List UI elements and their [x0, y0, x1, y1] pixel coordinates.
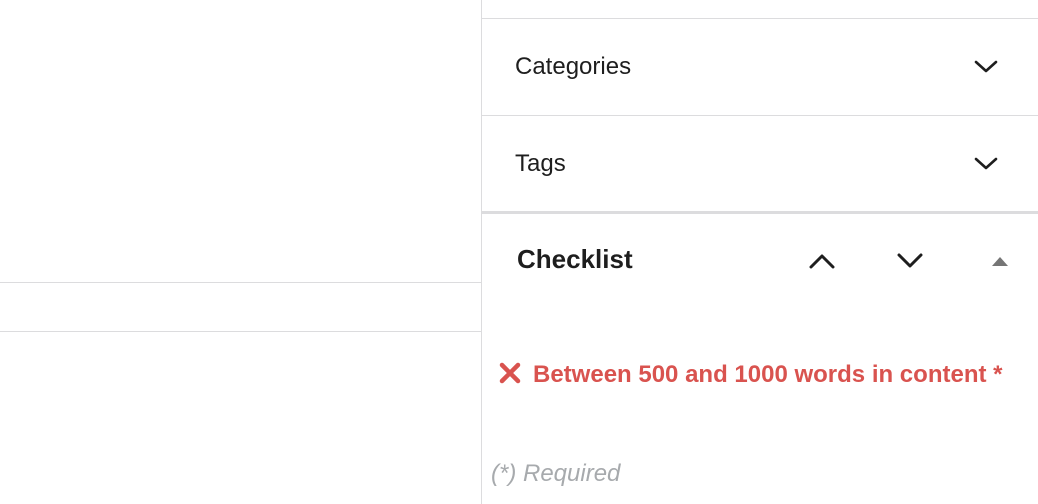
checklist-panel: Checklist Between 500 and 1000 words in …	[482, 214, 1038, 504]
move-down-button[interactable]	[894, 246, 926, 276]
editor-divider	[0, 331, 481, 332]
sidebar-top-panel-edge	[482, 0, 1038, 19]
categories-panel[interactable]: Categories	[482, 19, 1038, 116]
editor-content-area[interactable]	[0, 0, 481, 504]
tags-panel-label: Tags	[515, 149, 566, 177]
tags-panel[interactable]: Tags	[482, 116, 1038, 214]
triangle-up-icon	[992, 257, 1008, 266]
editor-screen: Categories Tags Checklist Between 500 an…	[0, 0, 1038, 504]
chevron-down-icon[interactable]	[974, 55, 998, 79]
chevron-up-icon	[809, 254, 835, 269]
editor-divider	[0, 282, 481, 283]
categories-panel-label: Categories	[515, 53, 632, 80]
chevron-down-icon[interactable]	[974, 152, 998, 176]
checklist-header: Checklist	[482, 214, 1038, 306]
settings-sidebar: Categories Tags Checklist Between 500 an…	[481, 0, 1038, 504]
checklist-requirement-item: Between 500 and 1000 words in content *	[490, 355, 1010, 397]
requirement-text: Between 500 and 1000 words in content *	[533, 361, 1003, 388]
x-mark-icon	[499, 357, 521, 397]
move-up-button[interactable]	[806, 246, 838, 276]
chevron-down-icon	[897, 253, 923, 268]
required-note: (*) Required	[491, 460, 621, 487]
checklist-title: Checklist	[517, 244, 633, 274]
collapse-panel-button[interactable]	[984, 246, 1016, 276]
